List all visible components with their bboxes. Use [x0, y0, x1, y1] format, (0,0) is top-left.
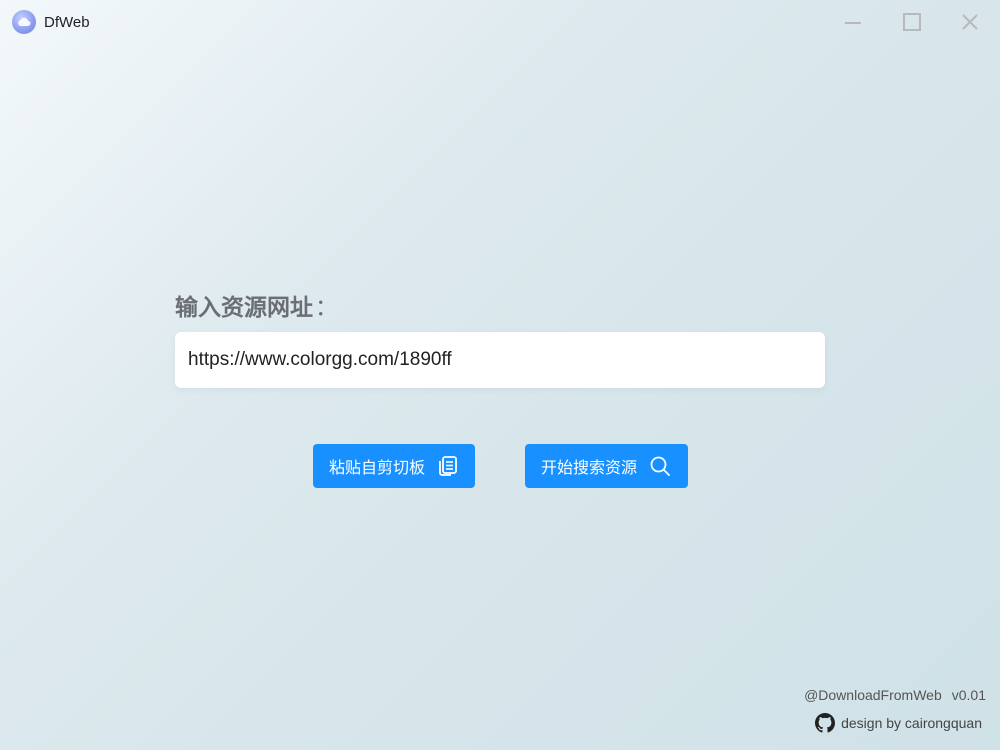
close-button[interactable]: [956, 8, 984, 36]
minimize-icon: [845, 22, 861, 24]
title-bar[interactable]: DfWeb: [0, 0, 1000, 44]
paste-clipboard-button[interactable]: 粘贴自剪切板: [313, 444, 475, 488]
footer-version: v0.01: [951, 687, 986, 703]
close-icon: [962, 14, 978, 30]
app-logo-icon: [12, 10, 36, 34]
search-button-label: 开始搜索资源: [541, 460, 638, 477]
app-title: DfWeb: [44, 14, 90, 31]
paste-button-label: 粘贴自剪切板: [329, 460, 426, 477]
github-icon[interactable]: [815, 713, 836, 733]
maximize-icon: [903, 13, 921, 31]
clipboard-icon: [437, 455, 459, 477]
start-search-button[interactable]: 开始搜索资源: [525, 444, 688, 488]
url-label-colon: ：: [315, 294, 338, 320]
url-input[interactable]: [175, 332, 825, 388]
url-label-text: 输入资源网址: [175, 294, 313, 320]
footer-design[interactable]: design by cairongquan: [815, 713, 982, 733]
minimize-button[interactable]: [839, 8, 867, 36]
maximize-button[interactable]: [898, 8, 926, 36]
search-icon: [649, 455, 671, 477]
url-label: 输入资源网址：: [175, 288, 338, 322]
footer-brand-text: @DownloadFromWeb: [804, 687, 942, 703]
footer-brand: @DownloadFromWeb v0.01: [804, 687, 986, 703]
footer-design-text: design by cairongquan: [841, 715, 982, 731]
